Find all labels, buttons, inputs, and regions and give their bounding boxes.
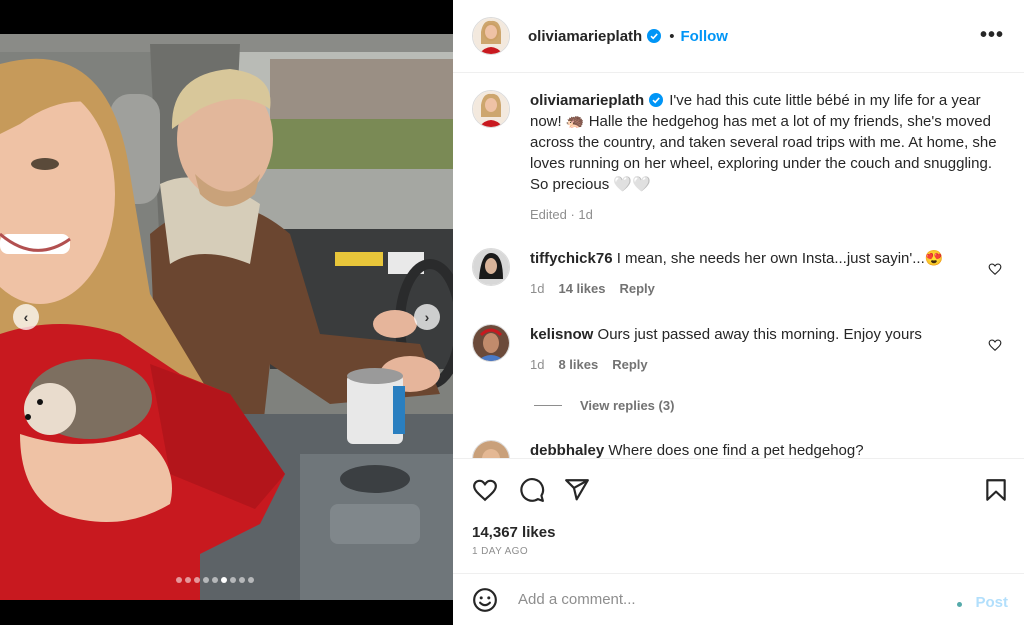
post-comment-button[interactable]: Post [975,594,1008,611]
carousel-dot [239,577,245,583]
comment-time: 1d [530,357,545,372]
carousel-prev-button[interactable]: ‹ [13,304,39,330]
comment-text: Where does one find a pet hedgehog? [608,442,864,458]
carousel-dot [248,577,254,583]
reply-button[interactable]: Reply [619,281,654,296]
status-dot [957,602,962,607]
carousel-dot [230,577,236,583]
carousel-dot [212,577,218,583]
commenter-avatar[interactable] [472,440,510,458]
comment-time: 1d [530,281,545,296]
reply-button[interactable]: Reply [612,357,647,372]
more-options-button[interactable]: ••• [980,24,1004,47]
caption-meta: Edited · 1d [530,207,593,222]
author-avatar[interactable] [472,17,510,55]
author-username[interactable]: oliviamarieplath [528,28,642,45]
comment-username[interactable]: kelisnow [530,326,593,343]
commenter-avatar[interactable] [472,248,510,286]
comment-input[interactable] [518,591,938,608]
comment-text: I mean, she needs her own Insta...just s… [616,250,944,267]
carousel-dot [194,577,200,583]
carousel-dot [185,577,191,583]
carousel-dot [176,577,182,583]
comment-username[interactable]: debbhaley [530,442,604,458]
post-header: oliviamarieplath • Follow ••• [453,0,1024,73]
carousel-dot [203,577,209,583]
carousel-indicator [176,577,254,583]
comment-bubble-icon[interactable] [519,477,545,503]
post-panel: oliviamarieplath • Follow ••• oliviamari… [453,0,1024,625]
verified-badge-icon [647,29,662,43]
add-comment-bar: Post [453,573,1024,625]
commenter-avatar[interactable] [472,324,510,362]
header-separator: • [669,27,675,45]
likes-count[interactable]: 14,367 likes [472,524,555,541]
caption-username[interactable]: oliviamarieplath [530,92,644,109]
share-paper-plane-icon[interactable] [564,477,590,503]
post-actions: 14,367 likes 1 DAY AGO [453,458,1024,573]
carousel-dot [221,577,227,583]
comment-username[interactable]: tiffychick76 [530,250,613,267]
carousel-next-button[interactable]: › [414,304,440,330]
save-bookmark-icon[interactable] [983,477,1009,503]
comments-list: oliviamarieplath I've had this cute littl… [453,74,1024,458]
replies-divider [534,405,562,406]
like-comment-heart-icon[interactable] [988,262,1002,276]
like-heart-icon[interactable] [472,477,498,503]
view-replies-button[interactable]: View replies (3) [534,398,674,413]
post-timestamp: 1 DAY AGO [472,546,529,557]
caption-avatar[interactable] [472,90,510,128]
emoji-icon[interactable] [472,587,498,613]
view-replies-label: View replies (3) [580,398,675,413]
verified-badge-icon [649,93,664,107]
comment-likes[interactable]: 8 likes [558,357,598,372]
post-photo [0,34,453,600]
like-comment-heart-icon[interactable] [988,338,1002,352]
comment-text: Ours just passed away this morning. Enjo… [597,326,922,343]
follow-button[interactable]: Follow [680,28,728,45]
comment-likes[interactable]: 14 likes [558,281,605,296]
post-media: ‹ › [0,0,453,625]
